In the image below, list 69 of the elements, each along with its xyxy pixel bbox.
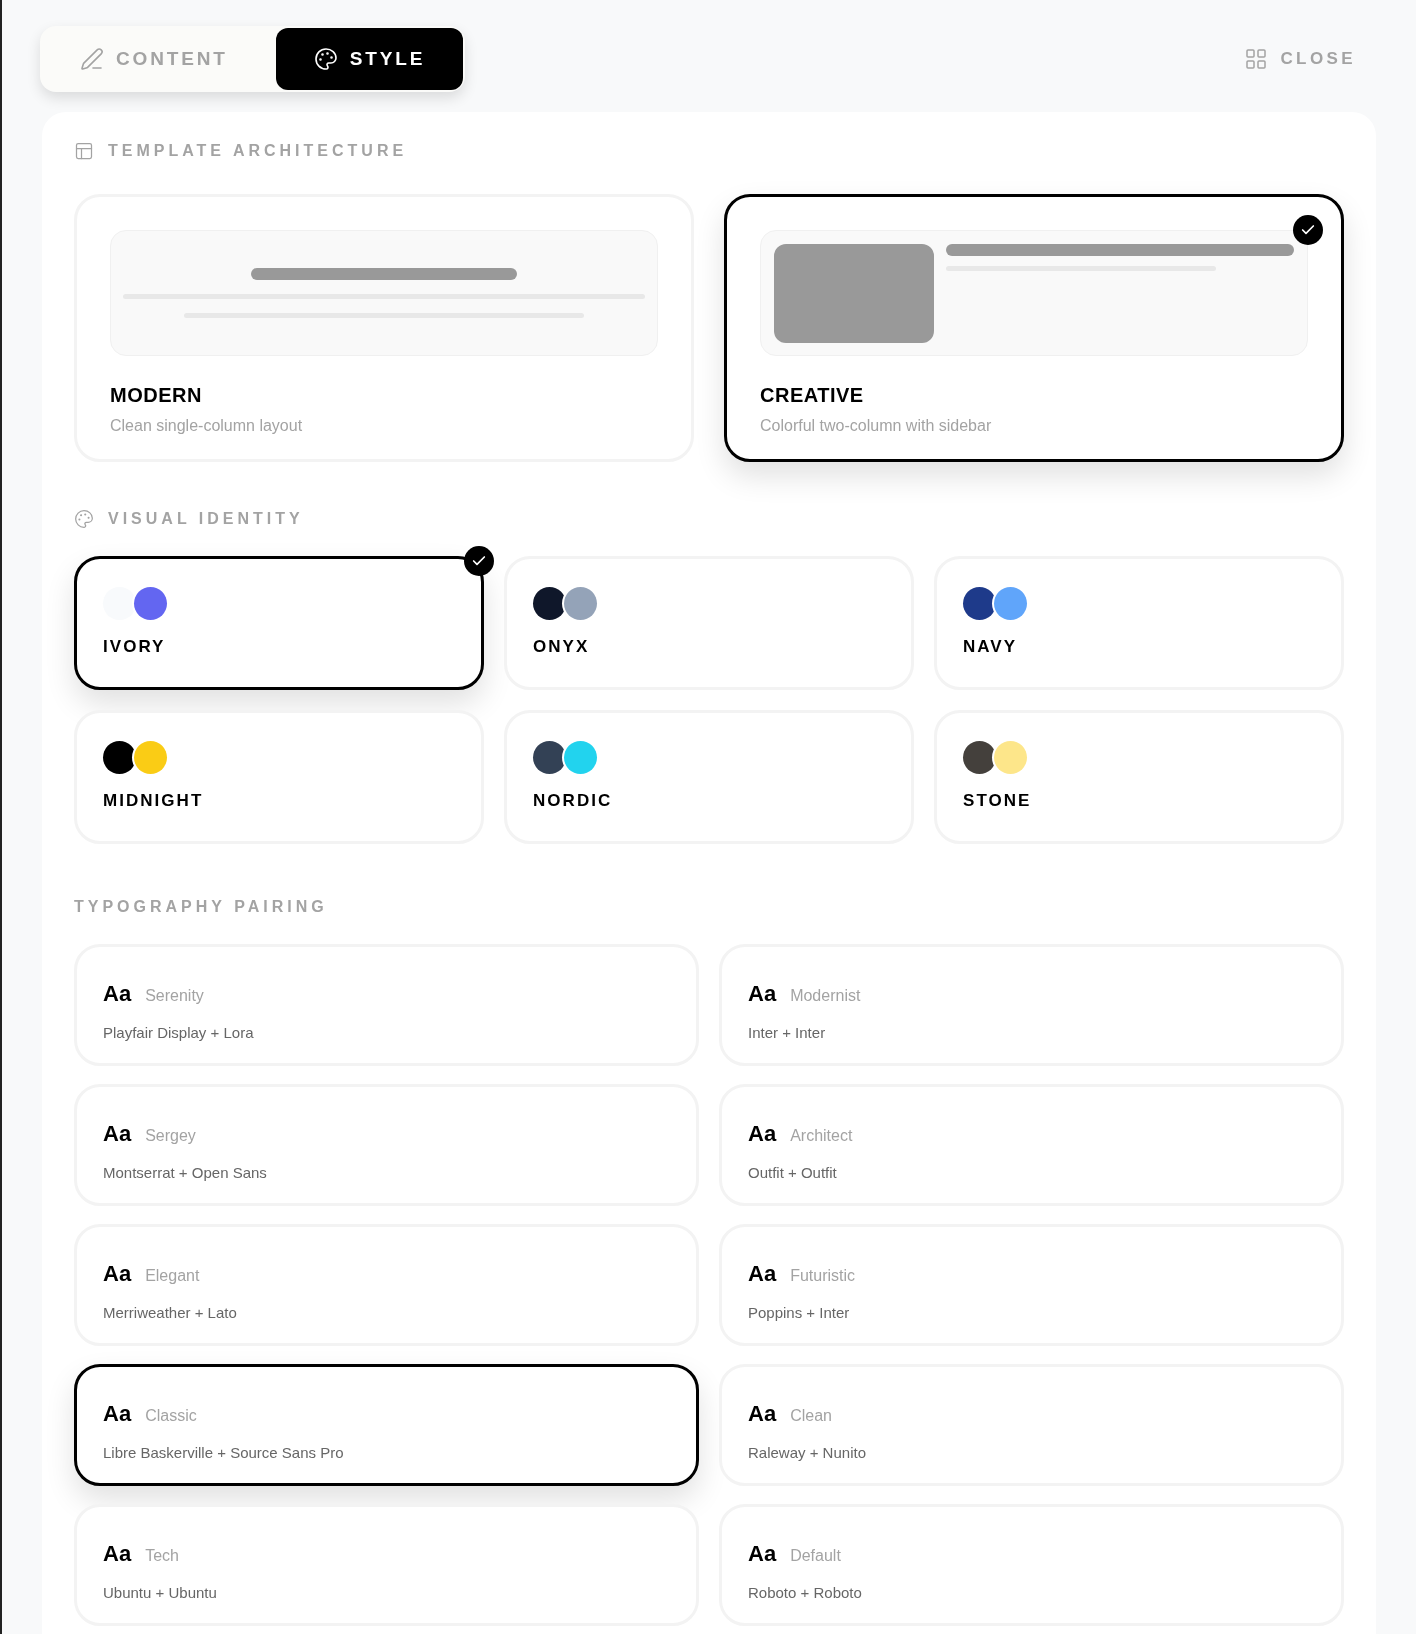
typography-card[interactable]: Aa Default Roboto + Roboto [719, 1504, 1344, 1626]
typography-card[interactable]: Aa Elegant Merriweather + Lato [74, 1224, 699, 1346]
grid-icon [1244, 47, 1269, 71]
template-name: CREATIVE [760, 383, 865, 408]
theme-card[interactable]: MIDNIGHT [74, 710, 484, 844]
layout-icon [74, 141, 94, 161]
pairing-name: Serenity [145, 986, 204, 1006]
typography-card[interactable]: Aa Sergey Montserrat + Open Sans [74, 1084, 699, 1206]
font-sample: Aa [748, 1400, 777, 1428]
theme-name: MIDNIGHT [103, 790, 205, 812]
font-sample: Aa [748, 1120, 777, 1148]
theme-card[interactable]: IVORY [74, 556, 484, 690]
check-icon [1293, 215, 1323, 245]
theme-name: STONE [963, 790, 1033, 812]
template-description: Colorful two-column with sidebar [760, 416, 993, 436]
pairing-name: Default [790, 1546, 841, 1566]
check-icon [464, 546, 494, 576]
pairing-name: Clean [790, 1406, 832, 1426]
theme-name: ONYX [533, 636, 591, 658]
theme-card[interactable]: NORDIC [504, 710, 914, 844]
font-sample: Aa [748, 980, 777, 1008]
pairing-name: Tech [145, 1546, 179, 1566]
font-sample: Aa [103, 1260, 132, 1288]
font-sample: Aa [103, 980, 132, 1008]
typography-card[interactable]: Aa Modernist Inter + Inter [719, 944, 1344, 1066]
pairing-name: Futuristic [790, 1266, 856, 1286]
font-sample: Aa [748, 1540, 777, 1568]
typography-card[interactable]: Aa Classic Libre Baskerville + Source Sans Pro [74, 1364, 699, 1486]
font-pair: Ubuntu + Ubuntu [103, 1583, 218, 1603]
theme-name: IVORY [103, 636, 167, 658]
section-title: VISUAL IDENTITY [108, 509, 304, 529]
theme-card[interactable]: ONYX [504, 556, 914, 690]
typography-card[interactable]: Aa Serenity Playfair Display + Lora [74, 944, 699, 1066]
pairing-name: Classic [145, 1406, 197, 1426]
pen-icon [80, 47, 104, 71]
font-pair: Roboto + Roboto [748, 1583, 863, 1603]
font-pair: Inter + Inter [748, 1023, 827, 1043]
font-sample: Aa [748, 1260, 777, 1288]
pairing-name: Sergey [145, 1126, 196, 1146]
font-pair: Merriweather + Lato [103, 1303, 238, 1323]
font-pair: Raleway + Nunito [748, 1443, 867, 1463]
palette-icon [313, 47, 338, 71]
typography-card[interactable]: Aa Futuristic Poppins + Inter [719, 1224, 1344, 1346]
font-pair: Montserrat + Open Sans [103, 1163, 268, 1183]
template-name: MODERN [110, 383, 203, 408]
template-card[interactable]: MODERN Clean single-column layout [74, 194, 694, 462]
pairing-name: Modernist [790, 986, 861, 1006]
font-pair: Poppins + Inter [748, 1303, 851, 1323]
section-title: TYPOGRAPHY PAIRING [74, 897, 328, 917]
theme-name: NAVY [963, 636, 1019, 658]
font-sample: Aa [103, 1400, 132, 1428]
font-pair: Libre Baskerville + Source Sans Pro [103, 1443, 345, 1463]
typography-card[interactable]: Aa Tech Ubuntu + Ubuntu [74, 1504, 699, 1626]
theme-card[interactable]: STONE [934, 710, 1344, 844]
palette-icon [74, 509, 94, 529]
template-card[interactable]: CREATIVE Colorful two-column with sidebar [724, 194, 1344, 462]
theme-card[interactable]: NAVY [934, 556, 1344, 690]
font-sample: Aa [103, 1120, 132, 1148]
typography-card[interactable]: Aa Clean Raleway + Nunito [719, 1364, 1344, 1486]
font-pair: Playfair Display + Lora [103, 1023, 255, 1043]
theme-name: NORDIC [533, 790, 614, 812]
pairing-name: Architect [790, 1126, 853, 1146]
typography-card[interactable]: Aa Architect Outfit + Outfit [719, 1084, 1344, 1206]
tab[interactable]: STYLE [275, 28, 464, 90]
section-title: TEMPLATE ARCHITECTURE [108, 141, 408, 161]
pairing-name: Elegant [145, 1266, 200, 1286]
font-sample: Aa [103, 1540, 132, 1568]
font-pair: Outfit + Outfit [748, 1163, 838, 1183]
template-description: Clean single-column layout [110, 416, 304, 436]
